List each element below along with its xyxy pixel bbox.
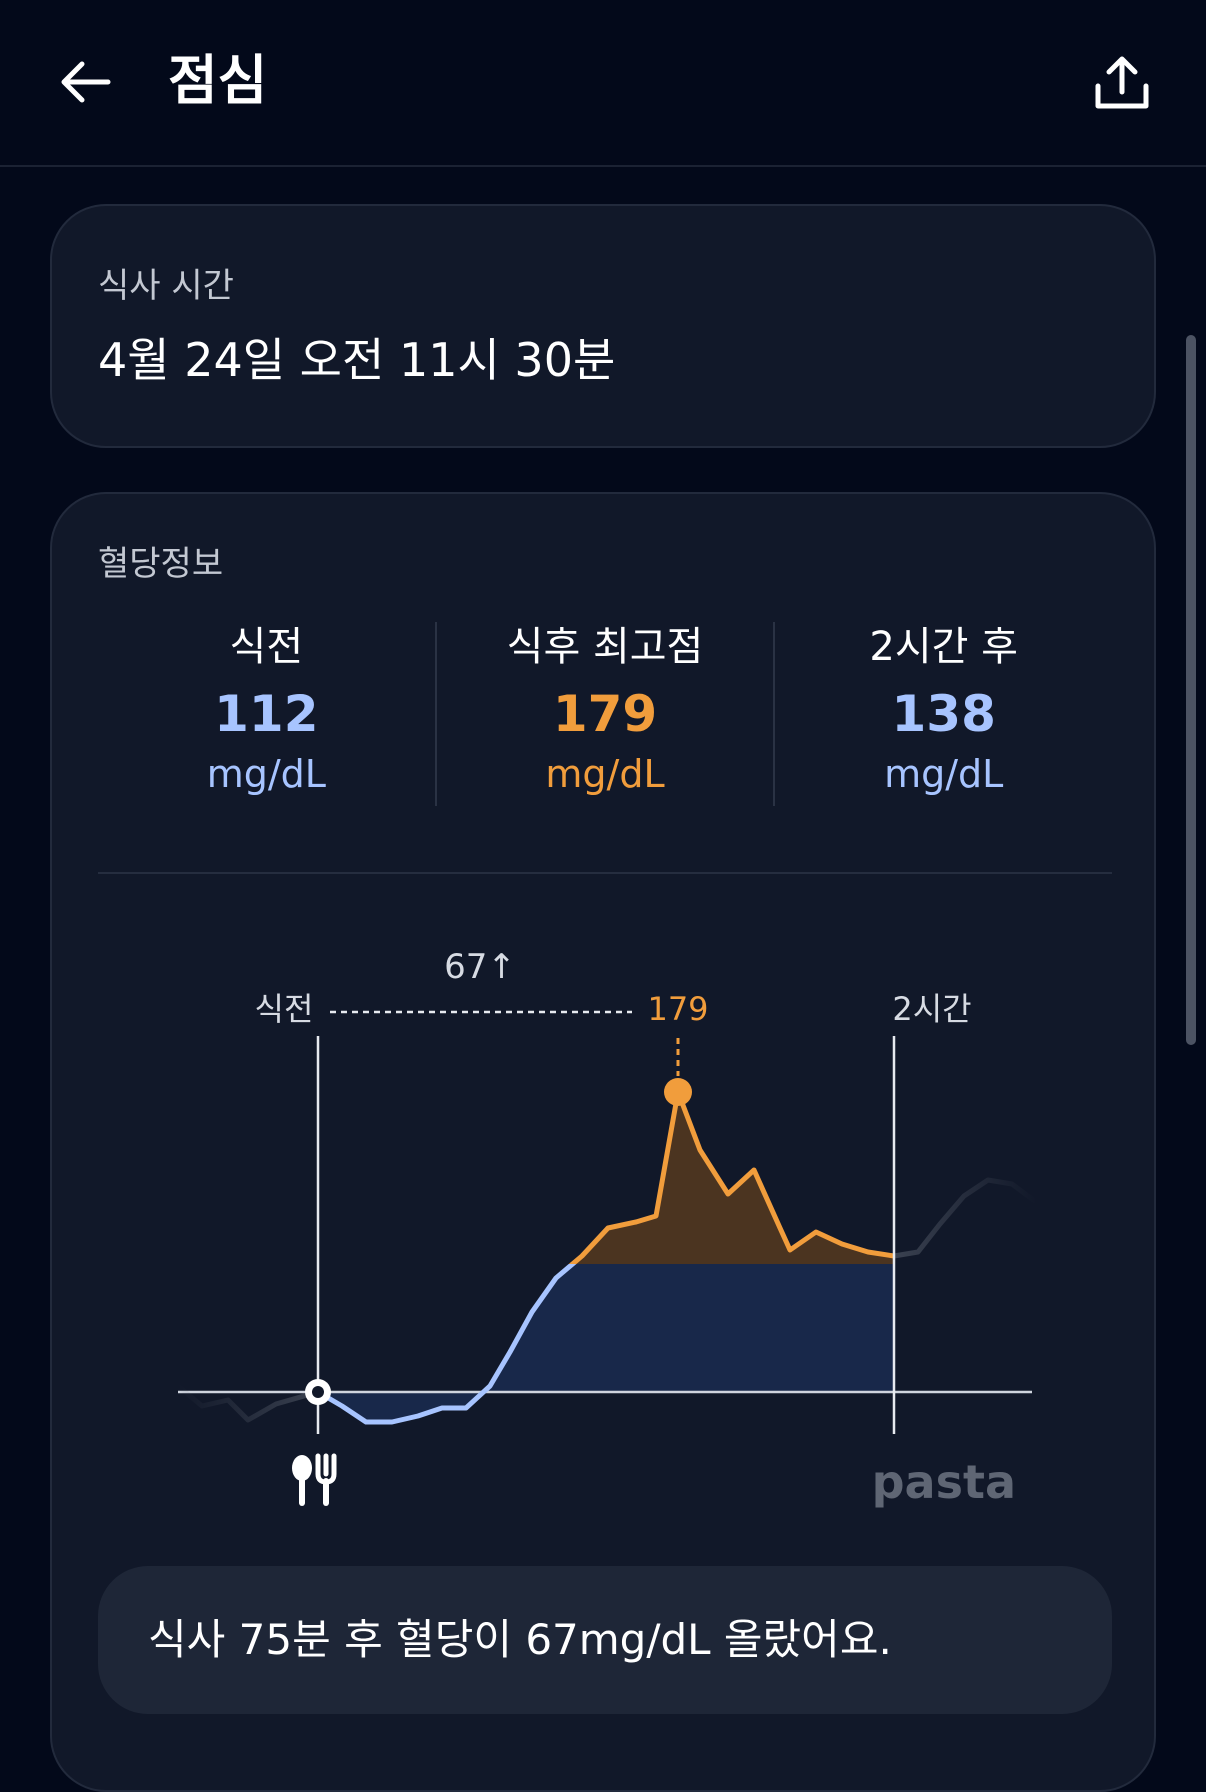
meal-time-label: 식사 시간 bbox=[98, 266, 234, 306]
chart-rise-label: 67↑ bbox=[444, 947, 516, 987]
glucose-info-card: 혈당정보 식전 112 mg/dL 식후 최고점 179 mg/dL 2시간 후… bbox=[50, 492, 1156, 1792]
meal-time-card: 식사 시간 4월 24일 오전 11시 30분 bbox=[50, 204, 1156, 448]
scrollbar[interactable] bbox=[1186, 335, 1196, 1045]
chart-after-label: 2시간 bbox=[892, 990, 971, 1028]
meal-time-value[interactable]: 4월 24일 오전 11시 30분 bbox=[98, 330, 615, 390]
glucose-chart: 식전 67↑ 179 2시간 pasta bbox=[176, 947, 1038, 1509]
post-window-line bbox=[893, 1177, 1038, 1259]
summary-text: 식사 75분 후 혈당이 67mg/dL 올랐어요. bbox=[148, 1615, 892, 1664]
share-upload-icon bbox=[1092, 54, 1152, 118]
back-button[interactable] bbox=[44, 44, 124, 124]
page-title: 점심 bbox=[168, 49, 268, 112]
app-bar: 점심 bbox=[0, 0, 1206, 167]
meal-point-inner bbox=[312, 1386, 324, 1398]
peak-point bbox=[664, 1078, 692, 1106]
chart-peak-label: 179 bbox=[647, 990, 708, 1028]
fork-knife-icon bbox=[292, 1453, 337, 1506]
pasta-watermark: pasta bbox=[872, 1455, 1016, 1509]
arrow-left-icon bbox=[56, 58, 112, 110]
chart-before-label: 식전 bbox=[255, 990, 314, 1028]
share-button[interactable] bbox=[1080, 44, 1164, 128]
summary-box: 식사 75분 후 혈당이 67mg/dL 올랐어요. bbox=[98, 1566, 1112, 1714]
